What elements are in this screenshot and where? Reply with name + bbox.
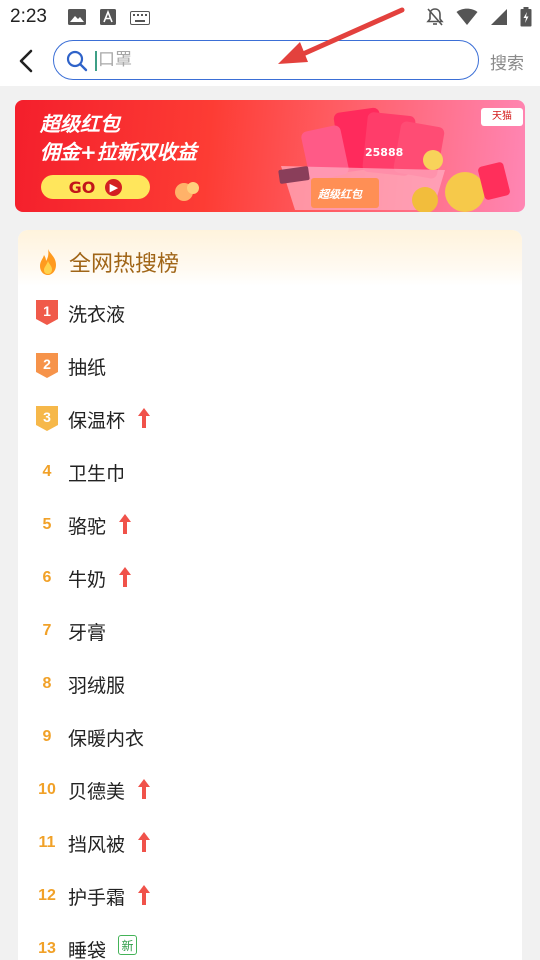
hot-search-item[interactable]: 4 卫生巾	[18, 446, 522, 499]
rank-number: 12	[38, 887, 56, 904]
trend-up-icon	[137, 831, 151, 857]
trend-up-icon	[137, 884, 151, 910]
keyboard-icon	[130, 10, 150, 29]
chevron-left-icon	[19, 49, 33, 73]
trend-up-icon	[118, 566, 132, 592]
status-time: 2:23	[10, 6, 47, 27]
hot-search-keyword: 挡风被	[68, 834, 126, 856]
hot-search-item[interactable]: 8 羽绒服	[18, 658, 522, 711]
status-icons-right	[426, 7, 532, 31]
rank-number: 5	[42, 516, 52, 533]
bell-off-icon	[426, 7, 444, 31]
search-icon	[66, 50, 88, 72]
hot-search-item[interactable]: 11 挡风被	[18, 817, 522, 870]
search-box[interactable]	[53, 40, 479, 80]
hot-search-keyword: 抽纸	[68, 357, 107, 379]
hot-search-item[interactable]: 10 贝德美	[18, 764, 522, 817]
hot-search-keyword: 贝德美	[68, 781, 126, 803]
hot-search-item[interactable]: 3 保温杯	[18, 393, 522, 446]
rank-number: 8	[42, 675, 52, 692]
banner-headline: 超级红包	[40, 112, 120, 136]
go-label: GO	[68, 177, 96, 197]
hot-search-keyword: 保暖内衣	[68, 728, 145, 750]
battery-charging-icon	[520, 7, 532, 31]
trend-up-icon	[118, 513, 132, 539]
hot-search-item[interactable]: 13 睡袋新	[18, 923, 522, 960]
hot-search-keyword: 洗衣液	[68, 304, 126, 326]
trend-up-icon	[137, 778, 151, 804]
rank-number: 10	[38, 781, 56, 798]
font-download-icon	[100, 9, 116, 29]
hot-search-item[interactable]: 7 牙膏	[18, 605, 522, 658]
hot-search-keyword: 卫生巾	[68, 463, 126, 485]
flame-icon	[40, 249, 56, 275]
text-cursor	[95, 51, 97, 71]
search-button[interactable]: 搜索	[490, 49, 524, 74]
hot-search-keyword: 牛奶	[68, 569, 107, 591]
rank-number: 7	[42, 622, 52, 639]
rank-number: 1	[43, 303, 51, 319]
banner-amount: 25888	[365, 146, 404, 159]
rank-number: 3	[43, 409, 51, 425]
hot-search-keyword: 羽绒服	[68, 675, 126, 697]
hot-search-item[interactable]: 5 骆驼	[18, 499, 522, 552]
rank-number: 4	[42, 463, 52, 480]
wifi-icon	[456, 8, 478, 30]
hot-search-header: 全网热搜榜	[18, 230, 522, 286]
banner-subheadline: 佣金+拉新双收益	[40, 140, 197, 164]
hot-search-item[interactable]: 12 护手霜	[18, 870, 522, 923]
banner-go-button[interactable]: GO ▶	[41, 175, 150, 199]
image-icon	[68, 9, 86, 29]
rank-number: 11	[38, 834, 56, 851]
hot-search-item[interactable]: 1 洗衣液	[18, 287, 522, 340]
trend-up-icon	[137, 407, 151, 433]
hot-search-keyword: 护手霜	[68, 887, 126, 909]
rank-badge-icon: 2	[35, 352, 59, 379]
status-icons-left	[68, 9, 150, 29]
rank-number: 2	[43, 356, 51, 372]
rank-number: 13	[38, 940, 56, 957]
hot-search-item[interactable]: 9 保暖内衣	[18, 711, 522, 764]
hot-search-keyword: 骆驼	[68, 516, 107, 538]
hot-search-title: 全网热搜榜	[69, 252, 180, 277]
rank-number: 6	[42, 569, 52, 586]
tmall-logo: 天猫	[481, 108, 523, 126]
banner-cart-label: 超级红包	[318, 188, 362, 201]
hot-search-keyword: 保温杯	[68, 410, 126, 432]
hot-search-item[interactable]: 6 牛奶	[18, 552, 522, 605]
hot-search-keyword: 牙膏	[68, 622, 107, 644]
rank-badge-icon: 3	[35, 405, 59, 432]
arrow-right-icon: ▶	[105, 178, 123, 196]
rank-number: 9	[42, 728, 52, 745]
back-button[interactable]	[12, 46, 40, 76]
signal-icon	[490, 8, 508, 30]
hot-search-keyword: 睡袋	[68, 940, 107, 960]
hot-search-item[interactable]: 2 抽纸	[18, 340, 522, 393]
hot-search-card: 全网热搜榜 1 洗衣液 2 抽纸 3 保温杯 4 卫生巾 5 骆驼 6 牛奶 7 牙膏 8 羽绒服 9 保暖内衣 1…	[18, 230, 522, 960]
rank-badge-icon: 1	[35, 299, 59, 326]
promo-banner[interactable]: 25888 超级红包 超级红包 佣金+拉新双收益 GO ▶ 天猫	[15, 100, 525, 212]
annotation-arrow-icon	[278, 7, 405, 64]
new-badge: 新	[118, 935, 138, 955]
